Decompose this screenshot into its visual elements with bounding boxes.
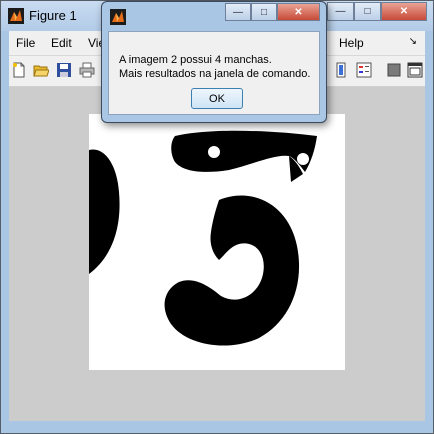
save-icon[interactable] bbox=[56, 62, 72, 78]
dialog-message-line-2: Mais resultados na janela de comando. bbox=[119, 68, 311, 80]
dialog-title-bar[interactable]: — □ ✕ bbox=[102, 2, 326, 28]
window-title: Figure 1 bbox=[29, 8, 77, 23]
menu-overflow-icon[interactable]: ↘ bbox=[409, 36, 417, 47]
menu-edit[interactable]: Edit bbox=[51, 36, 72, 50]
show-plot-tools-icon[interactable] bbox=[407, 62, 423, 78]
matlab-icon bbox=[110, 9, 126, 25]
binary-image-axes bbox=[89, 114, 345, 370]
menu-help[interactable]: Help bbox=[339, 36, 364, 50]
minimize-button[interactable]: — bbox=[327, 2, 354, 21]
new-figure-icon[interactable] bbox=[11, 62, 27, 78]
message-dialog: — □ ✕ A imagem 2 possui 4 manchas. Mais … bbox=[101, 1, 327, 123]
dialog-body: A imagem 2 possui 4 manchas. Mais result… bbox=[108, 31, 320, 115]
open-file-icon[interactable] bbox=[33, 62, 49, 78]
maximize-button[interactable]: □ bbox=[354, 2, 381, 21]
insert-legend-icon[interactable] bbox=[356, 62, 372, 78]
menu-file[interactable]: File bbox=[16, 36, 35, 50]
dialog-minimize-button[interactable]: — bbox=[225, 3, 251, 21]
print-icon[interactable] bbox=[79, 62, 95, 78]
ok-button[interactable]: OK bbox=[191, 88, 243, 109]
dialog-close-button[interactable]: ✕ bbox=[277, 3, 320, 21]
close-button[interactable]: ✕ bbox=[381, 2, 427, 21]
dialog-message-line-1: A imagem 2 possui 4 manchas. bbox=[119, 54, 272, 66]
insert-colorbar-icon[interactable] bbox=[333, 62, 349, 78]
matlab-icon bbox=[8, 8, 24, 24]
binary-image bbox=[89, 130, 317, 346]
hide-plot-tools-icon[interactable] bbox=[386, 62, 402, 78]
dialog-maximize-button[interactable]: □ bbox=[251, 3, 277, 21]
